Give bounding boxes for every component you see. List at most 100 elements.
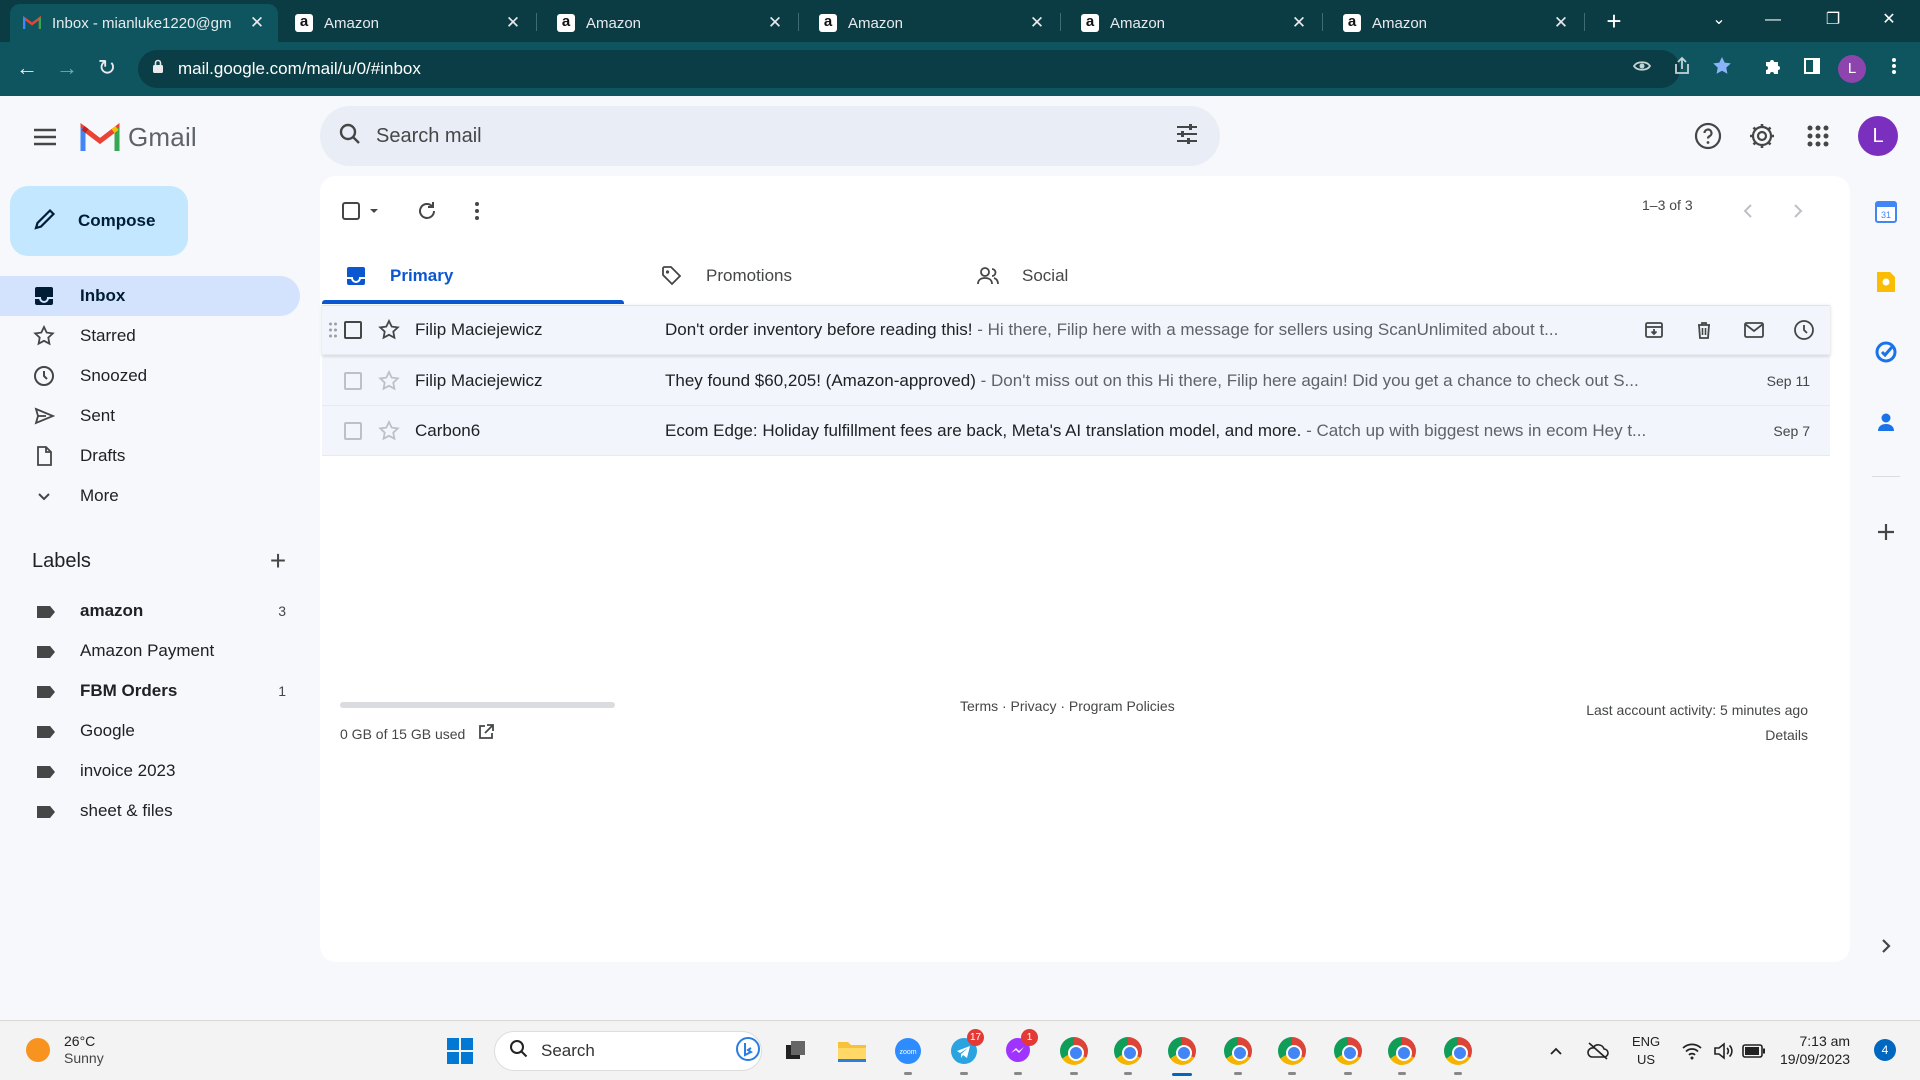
label-item-amazon-payment[interactable]: Amazon Payment [0, 632, 300, 670]
help-icon[interactable] [1690, 118, 1726, 154]
label-item-fbm-orders[interactable]: FBM Orders 1 [0, 672, 300, 710]
close-icon[interactable]: ✕ [1290, 13, 1308, 33]
chrome-icon[interactable] [1332, 1035, 1364, 1075]
browser-tab-amazon[interactable]: a Amazon ✕ [1068, 4, 1320, 42]
new-tab-button[interactable]: + [1598, 6, 1630, 38]
cloud-offline-icon[interactable] [1582, 1035, 1614, 1067]
search-bar[interactable]: Search mail [320, 106, 1220, 166]
search-options-icon[interactable] [1174, 121, 1200, 152]
messenger-icon[interactable]: 1 [1002, 1029, 1038, 1075]
chrome-icon[interactable] [1166, 1035, 1198, 1076]
reload-button[interactable]: ↻ [92, 54, 122, 84]
email-row[interactable]: Carbon6 Ecom Edge: Holiday fulfillment f… [322, 406, 1830, 456]
delete-icon[interactable] [1690, 316, 1718, 344]
details-link[interactable]: Details [1586, 723, 1808, 748]
chrome-icon[interactable] [1058, 1035, 1090, 1075]
close-icon[interactable]: ✕ [504, 13, 522, 33]
tab-search-icon[interactable]: ⌄ [1696, 0, 1742, 40]
chevron-up-icon[interactable] [1540, 1035, 1572, 1067]
label-item-sheet-files[interactable]: sheet & files [0, 792, 300, 830]
chevron-right-icon[interactable] [1786, 196, 1810, 226]
chrome-icon[interactable] [1442, 1035, 1474, 1075]
minimize-icon[interactable]: — [1750, 0, 1796, 40]
refresh-icon[interactable] [412, 196, 442, 226]
bookmark-star-icon[interactable] [1708, 52, 1736, 80]
tab-primary[interactable]: Primary [322, 248, 624, 304]
search-icon[interactable] [338, 122, 362, 151]
browser-tab-amazon[interactable]: a Amazon ✕ [1330, 4, 1582, 42]
restore-icon[interactable]: ❐ [1810, 0, 1856, 40]
star-icon[interactable] [378, 419, 400, 442]
taskbar-search[interactable]: Search [494, 1031, 762, 1071]
tab-social[interactable]: Social [954, 248, 1256, 304]
row-checkbox[interactable] [344, 421, 362, 440]
telegram-icon[interactable]: 17 [948, 1029, 984, 1075]
chevron-left-icon[interactable] [1736, 196, 1760, 226]
add-label-button[interactable]: + [264, 547, 292, 576]
kebab-menu-icon[interactable] [1880, 52, 1908, 80]
nav-item-sent[interactable]: Sent [0, 396, 300, 436]
calendar-icon[interactable]: 31 [1872, 198, 1900, 226]
star-icon[interactable] [378, 318, 400, 341]
nav-item-more[interactable]: More [0, 476, 300, 516]
file-explorer-icon[interactable] [836, 1035, 868, 1067]
chrome-icon[interactable] [1276, 1035, 1308, 1075]
snooze-clock-icon[interactable] [1790, 316, 1818, 344]
browser-tab-amazon[interactable]: a Amazon ✕ [806, 4, 1058, 42]
browser-profile-avatar[interactable]: L [1838, 55, 1866, 83]
chrome-icon[interactable] [1386, 1035, 1418, 1075]
settings-gear-icon[interactable] [1744, 118, 1780, 154]
nav-item-starred[interactable]: Starred [0, 316, 300, 356]
forward-button[interactable]: → [52, 54, 82, 84]
search-input[interactable]: Search mail [376, 125, 1174, 148]
close-icon[interactable]: ✕ [1028, 13, 1046, 33]
apps-grid-icon[interactable] [1800, 118, 1836, 154]
select-all-checkbox[interactable] [340, 196, 386, 226]
wifi-icon[interactable] [1676, 1035, 1708, 1067]
gmail-logo[interactable]: Gmail [80, 120, 197, 154]
url-text[interactable]: mail.google.com/mail/u/0/#inbox [178, 59, 421, 79]
browser-tab-gmail[interactable]: Inbox - mianluke1220@gm ✕ [10, 4, 278, 42]
compose-button[interactable]: Compose [10, 186, 188, 256]
battery-icon[interactable] [1738, 1035, 1770, 1067]
close-icon[interactable]: ✕ [248, 13, 266, 33]
row-checkbox[interactable] [344, 320, 362, 339]
external-link-icon[interactable] [477, 723, 495, 744]
back-button[interactable]: ← [12, 54, 42, 84]
star-icon[interactable] [378, 369, 400, 392]
share-icon[interactable] [1668, 52, 1696, 80]
main-menu-icon[interactable] [28, 120, 62, 154]
nav-item-snoozed[interactable]: Snoozed [0, 356, 300, 396]
chrome-icon[interactable] [1222, 1035, 1254, 1075]
browser-tab-amazon[interactable]: a Amazon ✕ [282, 4, 534, 42]
language-indicator[interactable]: ENG US [1632, 1033, 1660, 1069]
extensions-icon[interactable] [1758, 52, 1786, 80]
side-panel-icon[interactable] [1798, 52, 1826, 80]
footer-links[interactable]: Terms · Privacy · Program Policies [960, 698, 1175, 714]
volume-icon[interactable] [1708, 1035, 1740, 1067]
zoom-icon[interactable]: zoom [892, 1035, 924, 1075]
task-view-icon[interactable] [780, 1035, 812, 1067]
nav-item-drafts[interactable]: Drafts [0, 436, 300, 476]
eye-slash-icon[interactable] [1628, 52, 1656, 80]
nav-item-inbox[interactable]: Inbox [0, 276, 300, 316]
contacts-icon[interactable] [1872, 408, 1900, 436]
keep-icon[interactable] [1872, 268, 1900, 296]
email-row[interactable]: Filip Maciejewicz They found $60,205! (A… [322, 356, 1830, 406]
chrome-icon[interactable] [1112, 1035, 1144, 1075]
expand-side-panel-icon[interactable] [1872, 932, 1900, 960]
browser-tab-amazon[interactable]: a Amazon ✕ [544, 4, 796, 42]
window-close-icon[interactable]: ✕ [1866, 0, 1912, 40]
close-icon[interactable]: ✕ [766, 13, 784, 33]
row-checkbox[interactable] [344, 371, 362, 390]
more-actions-icon[interactable] [462, 196, 492, 226]
close-icon[interactable]: ✕ [1552, 13, 1570, 33]
omnibox[interactable]: mail.google.com/mail/u/0/#inbox [138, 50, 1680, 88]
mark-unread-icon[interactable] [1740, 316, 1768, 344]
archive-icon[interactable] [1640, 316, 1668, 344]
label-item-amazon[interactable]: amazon 3 [0, 592, 300, 630]
add-addon-icon[interactable] [1872, 518, 1900, 546]
weather-widget[interactable]: 26°C Sunny [26, 1033, 104, 1067]
label-item-google[interactable]: Google [0, 712, 300, 750]
drag-handle-icon[interactable] [328, 320, 338, 340]
